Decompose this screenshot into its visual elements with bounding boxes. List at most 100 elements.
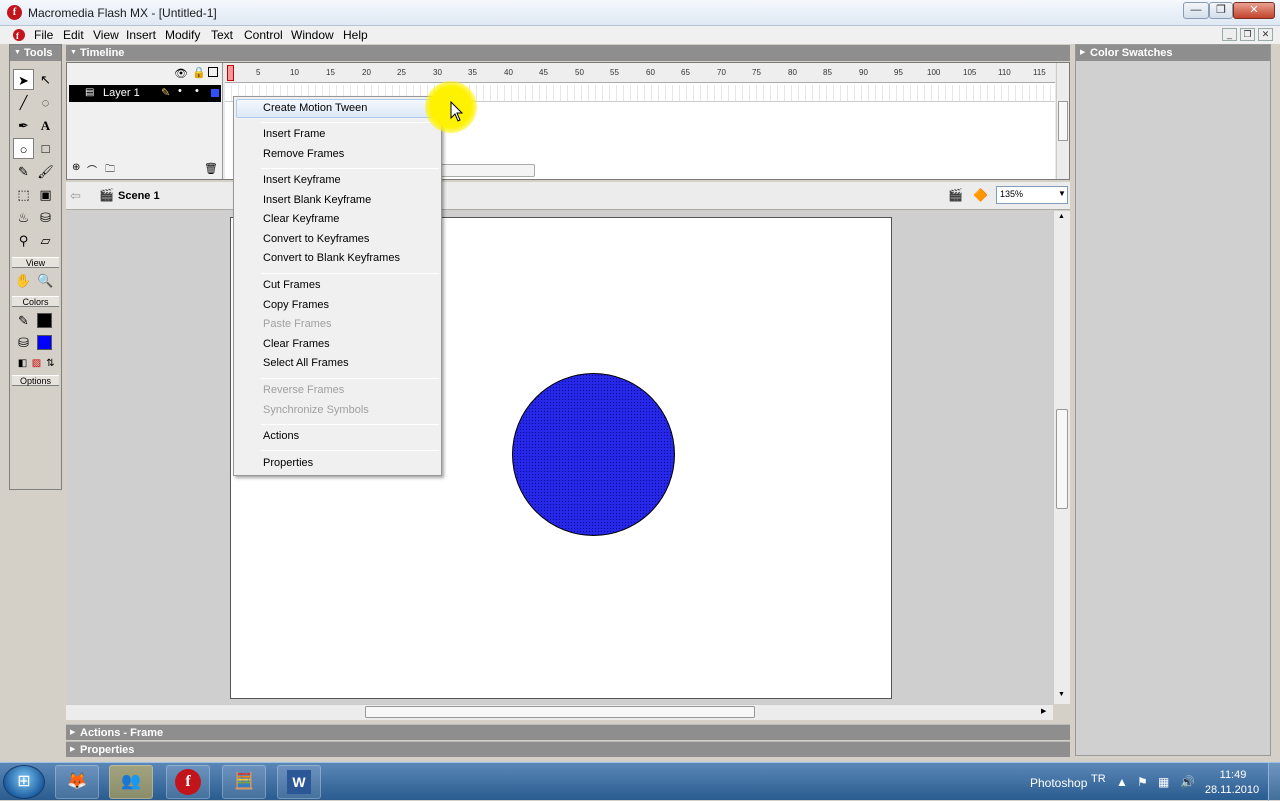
clear-keyframe-item[interactable]: Clear Keyframe (263, 213, 339, 225)
insert-folder-icon[interactable]: 🗀 (105, 162, 115, 179)
brush-tool-icon[interactable]: 🖌 (35, 161, 56, 182)
insert-blank-keyframe-item[interactable]: Insert Blank Keyframe (263, 194, 371, 206)
clock-time[interactable]: 11:49 (1207, 769, 1259, 781)
timeline-header[interactable]: Timeline (66, 45, 1070, 61)
clear-frames-item[interactable]: Clear Frames (263, 338, 330, 350)
eraser-tool-icon[interactable]: ▱ (35, 230, 56, 251)
timeline-scroll-thumb[interactable] (440, 164, 535, 177)
doc-restore-icon[interactable]: ❐ (1240, 28, 1255, 41)
add-guide-layer-icon[interactable]: ⌒ (87, 162, 97, 177)
remove-frames-item[interactable]: Remove Frames (263, 148, 344, 160)
visible-dot-icon[interactable]: • (178, 85, 182, 97)
stage-hscroll-thumb[interactable] (365, 706, 755, 718)
doc-minimize-icon[interactable]: _ (1222, 28, 1237, 41)
insert-frame-item[interactable]: Insert Frame (263, 128, 325, 140)
start-button[interactable]: ⊞ (3, 765, 45, 799)
menu-insert[interactable]: Insert (126, 28, 156, 42)
menu-window[interactable]: Window (291, 28, 334, 42)
tray-app-label[interactable]: Photoshop (1030, 776, 1087, 790)
volume-icon[interactable]: 🔊 (1180, 775, 1195, 789)
fill-color-swatch[interactable] (37, 335, 52, 350)
oval-tool-icon[interactable]: ○ (13, 138, 34, 159)
timeline-vscroll-thumb[interactable] (1058, 101, 1068, 141)
pencil-tool-icon[interactable]: ✎ (13, 161, 34, 182)
rectangle-tool-icon[interactable]: □ (35, 138, 56, 159)
free-transform-tool-icon[interactable]: ⬚ (13, 184, 34, 205)
properties-item[interactable]: Properties (263, 457, 313, 469)
stage-vscroll[interactable]: ▲ ▼ (1053, 211, 1070, 704)
edit-scene-icon[interactable]: 🎬 (948, 188, 963, 202)
edit-symbols-icon[interactable]: 🔶 (973, 188, 988, 202)
word-icon[interactable]: W (277, 765, 321, 799)
menu-control[interactable]: Control (244, 28, 283, 42)
zoom-select[interactable]: 135% ▼ (996, 186, 1068, 204)
actions-item[interactable]: Actions (263, 430, 299, 442)
scroll-down-icon[interactable]: ▼ (1058, 691, 1065, 698)
convert-to-blank-keyframes-item[interactable]: Convert to Blank Keyframes (263, 252, 400, 264)
menu-help[interactable]: Help (343, 28, 368, 42)
layer-color-icon[interactable] (211, 89, 219, 97)
playhead[interactable] (227, 65, 234, 81)
fill-transform-tool-icon[interactable]: ▣ (35, 184, 56, 205)
delete-layer-icon[interactable]: 🗑 (204, 162, 218, 175)
menu-modify[interactable]: Modify (165, 28, 200, 42)
text-tool-icon[interactable]: A (35, 115, 56, 136)
doc-close-icon[interactable]: ✕ (1258, 28, 1273, 41)
insert-keyframe-item[interactable]: Insert Keyframe (263, 174, 341, 186)
close-icon[interactable]: ✕ (1233, 2, 1275, 19)
ink-bottle-tool-icon[interactable]: ♨ (13, 207, 34, 228)
lasso-tool-icon[interactable]: ◌ (35, 92, 56, 113)
swap-colors-icon[interactable]: ⇅ (40, 353, 61, 374)
lock-dot-icon[interactable]: • (195, 85, 199, 97)
messenger-icon[interactable]: 👥 (109, 765, 153, 799)
paint-bucket-tool-icon[interactable]: ⛁ (35, 207, 56, 228)
chevron-down-icon[interactable]: ▼ (1058, 189, 1066, 198)
document-icon[interactable]: f (12, 28, 26, 42)
color-swatches-header[interactable]: Color Swatches (1076, 45, 1270, 61)
subselect-tool-icon[interactable]: ↖ (35, 69, 56, 90)
menu-view[interactable]: View (93, 28, 119, 42)
scroll-up-icon[interactable]: ▲ (1058, 213, 1065, 220)
create-motion-tween-item[interactable]: Create Motion Tween (263, 102, 367, 114)
insert-layer-icon[interactable]: ⊕ (72, 162, 80, 173)
convert-to-keyframes-item[interactable]: Convert to Keyframes (263, 233, 369, 245)
lock-icon[interactable]: 🔒 (192, 66, 206, 79)
copy-frames-item[interactable]: Copy Frames (263, 299, 329, 311)
scroll-right-icon[interactable]: ▶ (1041, 707, 1046, 715)
menu-edit[interactable]: Edit (63, 28, 84, 42)
stage-vscroll-thumb[interactable] (1056, 409, 1068, 509)
select-all-frames-item[interactable]: Select All Frames (263, 357, 349, 369)
eye-icon[interactable]: 👁 (174, 67, 188, 80)
action-center-icon[interactable]: ⚑ (1137, 775, 1148, 789)
flash-icon[interactable]: f (7, 5, 22, 20)
line-tool-icon[interactable]: ╱ (13, 92, 34, 113)
show-desktop-button[interactable] (1268, 763, 1280, 801)
properties-panel-header[interactable]: Properties (66, 741, 1070, 758)
back-arrow-icon[interactable]: ⇦ (70, 188, 81, 204)
eyedropper-tool-icon[interactable]: ⚲ (13, 230, 34, 251)
stage-hscroll[interactable]: ▶ (66, 704, 1053, 720)
stroke-color-swatch[interactable] (37, 313, 52, 328)
restore-icon[interactable]: ❐ (1209, 2, 1233, 19)
scene-name[interactable]: Scene 1 (118, 190, 160, 202)
menu-file[interactable]: File (34, 28, 53, 42)
blue-circle-shape[interactable] (512, 373, 675, 536)
menu-text[interactable]: Text (211, 28, 233, 42)
arrow-tool-icon[interactable]: ➤ (13, 69, 34, 90)
language-indicator[interactable]: TR (1091, 773, 1106, 785)
calculator-icon[interactable]: 🧮 (222, 765, 266, 799)
hand-tool-icon[interactable]: ✋ (13, 270, 34, 291)
outline-icon[interactable] (208, 67, 218, 77)
frame-ruler[interactable]: 5 10 15 20 25 30 35 40 45 50 55 60 65 70… (225, 63, 1055, 83)
tools-header[interactable]: Tools (10, 45, 61, 61)
tray-expand-icon[interactable]: ▲ (1116, 775, 1128, 789)
network-icon[interactable]: ▦ (1158, 775, 1169, 789)
cut-frames-item[interactable]: Cut Frames (263, 279, 320, 291)
flash-icon[interactable]: f (166, 765, 210, 799)
timeline-vscroll[interactable] (1056, 63, 1069, 179)
clock-date[interactable]: 28.11.2010 (1202, 784, 1262, 796)
actions-frame-panel-header[interactable]: Actions - Frame (66, 724, 1070, 741)
zoom-tool-icon[interactable]: 🔍 (35, 270, 56, 291)
layer-row[interactable]: ▤ Layer 1 ✎ • • (69, 85, 221, 102)
firefox-icon[interactable]: 🦊 (55, 765, 99, 799)
